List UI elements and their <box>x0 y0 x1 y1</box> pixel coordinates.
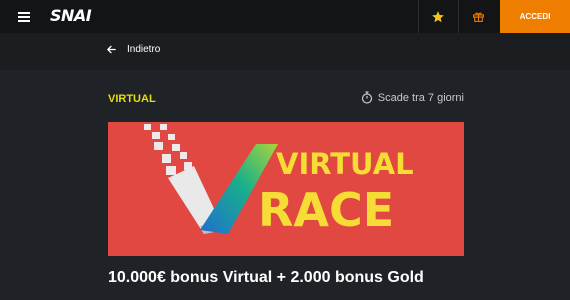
menu-icon-bar <box>18 12 30 14</box>
back-label: Indietro <box>127 44 161 55</box>
virtual-race-artwork: VIRTUAL RACE <box>144 124 414 237</box>
speed-squares <box>144 124 192 175</box>
promo-category: VIRTUAL <box>108 93 156 105</box>
star-icon <box>432 10 444 22</box>
promo-title: 10.000€ bonus Virtual + 2.000 bonus Gold <box>108 269 424 286</box>
banner-line-2: RACE <box>258 183 394 237</box>
gift-icon <box>472 12 484 22</box>
top-header: SNAI ACCEDI <box>0 0 570 33</box>
gift-button[interactable] <box>458 0 498 33</box>
stopwatch-icon <box>361 91 372 104</box>
menu-icon-bar <box>18 16 30 18</box>
menu-button[interactable] <box>12 8 38 26</box>
back-button[interactable]: Indietro <box>106 44 160 55</box>
arrow-left-icon <box>107 45 116 54</box>
banner-line-1: VIRTUAL <box>276 147 414 181</box>
favorites-button[interactable] <box>418 0 458 33</box>
login-button[interactable]: ACCEDI <box>500 0 570 33</box>
expiry-label: Scade tra 7 giorni <box>377 91 464 104</box>
expiry-info: Scade tra 7 giorni <box>361 91 464 104</box>
promo-banner[interactable]: VIRTUAL RACE <box>108 122 464 256</box>
menu-icon-bar <box>18 20 30 22</box>
navigation-bar: Indietro <box>0 33 570 70</box>
snai-logo[interactable]: SNAI <box>50 6 92 25</box>
